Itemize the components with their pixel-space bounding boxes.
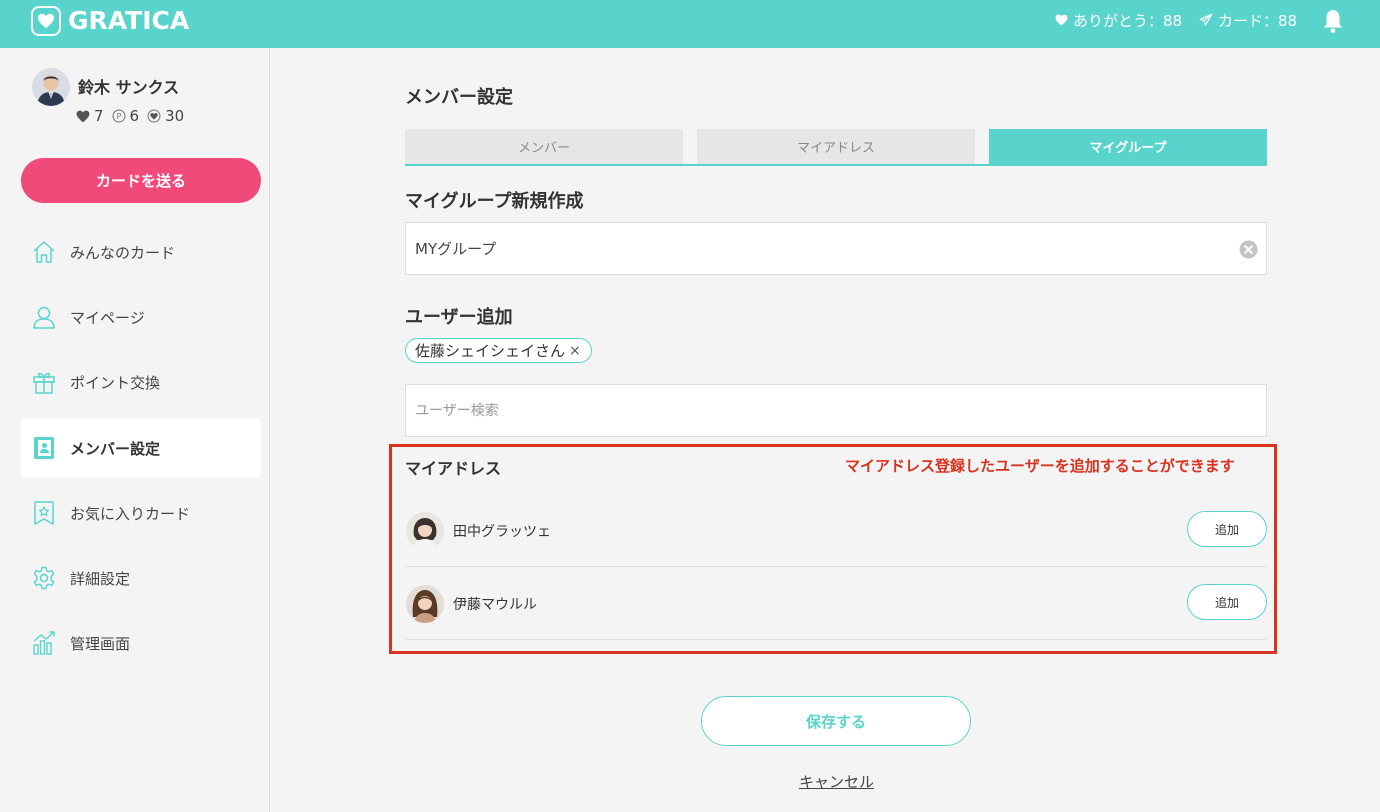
chart-icon: [31, 630, 57, 656]
bookmark-star-icon: [31, 500, 57, 526]
group-create-title: マイグループ新規作成: [405, 191, 584, 212]
send-card-button[interactable]: カードを送る: [21, 158, 261, 203]
address-user-name: 伊藤マウルル: [453, 597, 537, 613]
clear-icon[interactable]: [1239, 240, 1258, 259]
sidebar-item-label: メンバー設定: [70, 439, 161, 458]
page-title: メンバー設定: [405, 87, 513, 108]
add-user-button[interactable]: 追加: [1187, 584, 1267, 620]
paper-plane-icon: [1199, 13, 1213, 26]
address-user-name: 田中グラッツェ: [453, 524, 551, 540]
point-coin-icon: P: [112, 109, 126, 123]
sidebar-item-favorite-cards[interactable]: お気に入りカード: [21, 483, 261, 543]
user-name: 鈴木 サンクス: [78, 78, 180, 97]
address-list-item: 伊藤マウルル 追加: [405, 567, 1267, 640]
thanks-counter-label: ありがとう：88: [1073, 11, 1183, 30]
card-counter: カード：88: [1199, 10, 1297, 30]
save-button[interactable]: 保存する: [701, 696, 971, 746]
sidebar-item-detail-settings[interactable]: 詳細設定: [21, 548, 261, 608]
sidebar-item-admin[interactable]: 管理画面: [21, 613, 261, 673]
chip-label: 佐藤シェイシェイさん: [415, 342, 566, 360]
heart-stat: 7: [76, 107, 104, 125]
group-name-value: MYグループ: [415, 240, 497, 258]
address-book-icon: [31, 435, 57, 461]
sidebar-item-all-cards[interactable]: みんなのカード: [21, 222, 261, 282]
chip-remove-icon[interactable]: ×: [569, 343, 581, 359]
badge-stat: 30: [147, 107, 184, 125]
heart-badge-icon: [147, 109, 161, 123]
sidebar-item-label: ポイント交換: [70, 373, 161, 392]
avatar: [406, 512, 444, 550]
logo-text: GRATICA: [68, 6, 190, 35]
thanks-counter: ありがとう：88: [1055, 10, 1182, 30]
sidebar-item-mypage[interactable]: マイページ: [21, 287, 261, 347]
user-search-input[interactable]: [405, 384, 1267, 437]
sidebar-item-point-exchange[interactable]: ポイント交換: [21, 352, 261, 412]
logo[interactable]: GRATICA: [31, 6, 189, 36]
selected-user-chip: 佐藤シェイシェイさん ×: [405, 338, 592, 363]
heart-icon: [1055, 14, 1068, 26]
sidebar-item-label: 詳細設定: [70, 569, 131, 588]
sidebar: 鈴木 サンクス 7 P 6 30 カードを送る みんなのカード マイページ ポイ…: [0, 48, 270, 812]
group-name-field[interactable]: MYグループ: [405, 222, 1267, 275]
svg-text:P: P: [116, 112, 121, 121]
add-user-button[interactable]: 追加: [1187, 511, 1267, 547]
point-stat: P 6: [112, 107, 139, 125]
home-icon: [31, 239, 57, 265]
sidebar-item-label: みんなのカード: [70, 243, 176, 262]
user-add-title: ユーザー追加: [405, 307, 513, 328]
user-icon: [31, 304, 57, 330]
heart-logo-icon: [31, 6, 61, 36]
gear-icon: [31, 565, 57, 591]
top-header: GRATICA ありがとう：88 カード：88: [0, 0, 1380, 48]
user-stats: 7 P 6 30: [76, 107, 192, 125]
card-counter-label: カード：88: [1218, 11, 1298, 30]
my-address-title: マイアドレス: [405, 459, 502, 478]
address-list-item: 田中グラッツェ 追加: [405, 494, 1267, 567]
gift-icon: [31, 369, 57, 395]
settings-tabs: メンバー マイアドレス マイグループ: [405, 129, 1267, 166]
tab-my-address[interactable]: マイアドレス: [697, 129, 975, 164]
avatar: [406, 585, 444, 623]
heart-icon: [76, 110, 90, 122]
tab-my-group[interactable]: マイグループ: [989, 129, 1267, 164]
avatar[interactable]: [32, 68, 70, 106]
cancel-link[interactable]: キャンセル: [799, 771, 874, 792]
sidebar-item-label: 管理画面: [70, 634, 131, 653]
sidebar-item-member-settings[interactable]: メンバー設定: [21, 418, 261, 478]
annotation-text: マイアドレス登録したユーザーを追加することができます: [845, 457, 1235, 475]
sidebar-item-label: お気に入りカード: [70, 504, 191, 523]
bell-icon[interactable]: [1320, 8, 1346, 34]
sidebar-item-label: マイページ: [70, 308, 145, 327]
tab-members[interactable]: メンバー: [405, 129, 683, 164]
